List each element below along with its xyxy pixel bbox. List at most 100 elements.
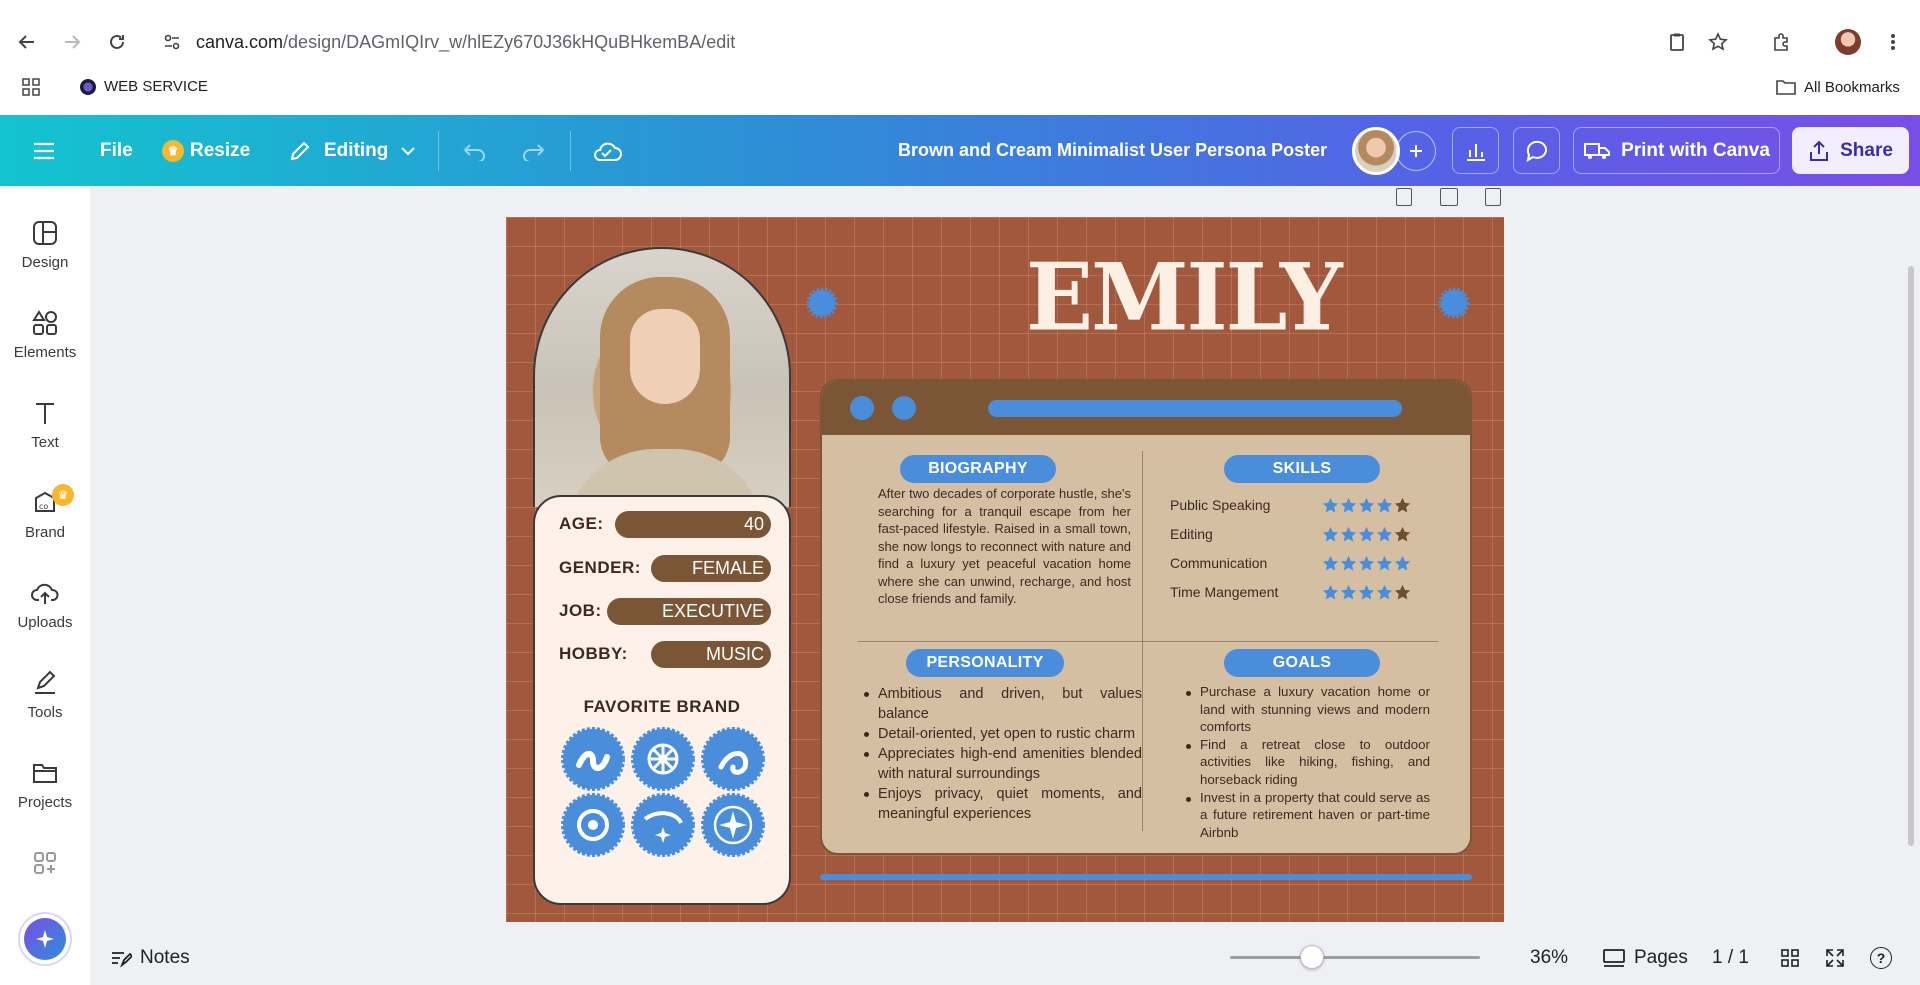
notes-button[interactable]: Notes xyxy=(110,931,190,985)
brand-logo-3-icon[interactable] xyxy=(701,727,765,791)
apps-icon[interactable] xyxy=(22,78,40,96)
sidebar-item-label: Elements xyxy=(13,344,77,361)
sidebar-item-design[interactable]: Design xyxy=(0,214,90,294)
star-filled-icon xyxy=(1376,584,1393,599)
zoom-level[interactable]: 36% xyxy=(1530,931,1568,985)
persona-photo[interactable] xyxy=(533,247,791,507)
cloud-saved-icon[interactable] xyxy=(592,115,622,186)
window-address-bar xyxy=(988,400,1402,417)
persona-info-card[interactable]: AGE: 40 GENDER: FEMALE JOB: EXECUTIVE HO… xyxy=(533,495,791,905)
biography-text: After two decades of corporate hustle, s… xyxy=(878,486,1131,606)
design-page[interactable]: AGE: 40 GENDER: FEMALE JOB: EXECUTIVE HO… xyxy=(506,217,1504,922)
zoom-slider-thumb[interactable] xyxy=(1300,945,1324,969)
persona-name[interactable]: EMILY xyxy=(1026,242,1343,351)
sidebar-item-label: Brand xyxy=(24,524,66,541)
sidebar-item-label: Tools xyxy=(27,704,63,721)
reload-icon[interactable] xyxy=(103,28,131,56)
add-page-icon[interactable] xyxy=(1485,188,1501,206)
notes-icon xyxy=(112,952,132,968)
job-label: JOB: xyxy=(559,601,602,620)
forward-icon[interactable] xyxy=(58,28,86,56)
star-filled-icon xyxy=(1358,555,1375,570)
browser-menu-icon[interactable] xyxy=(1879,28,1907,56)
brand-logo-1-icon[interactable] xyxy=(561,727,625,791)
age-row: AGE: 40 xyxy=(559,510,771,538)
share-button[interactable]: Share xyxy=(1792,127,1909,174)
address-bar[interactable]: canva.com/design/DAGmIQIrv_w/hlEZy670J36… xyxy=(196,32,735,53)
file-menu[interactable]: File xyxy=(100,115,133,186)
duplicate-page-icon[interactable] xyxy=(1440,188,1458,206)
star-filled-icon xyxy=(1358,497,1375,512)
hobby-row: HOBBY: MUSIC xyxy=(559,640,771,668)
list-item: Invest in a property that could serve as… xyxy=(1184,789,1430,842)
extensions-icon[interactable] xyxy=(1767,28,1795,56)
bookmark-label: WEB SERVICE xyxy=(104,78,208,95)
crown-icon: ♛ xyxy=(162,139,184,162)
scrollbar[interactable] xyxy=(1908,266,1914,846)
sun-decoration-icon xyxy=(806,287,838,319)
apps-grid-icon xyxy=(34,852,56,874)
star-filled-icon xyxy=(1340,555,1357,570)
profile-avatar[interactable] xyxy=(1834,28,1862,56)
page-count: 1 / 1 xyxy=(1712,947,1749,968)
brand-logo-4-icon[interactable] xyxy=(561,793,625,857)
skill-rating xyxy=(1322,526,1411,543)
insights-button[interactable] xyxy=(1452,127,1499,174)
info-window-panel[interactable]: BIOGRAPHY After two decades of corporate… xyxy=(820,379,1472,855)
star-filled-icon xyxy=(1358,526,1375,541)
age-value: 40 xyxy=(615,510,771,538)
sidebar-item-projects[interactable]: Projects xyxy=(0,754,90,834)
star-bookmark-icon[interactable] xyxy=(1704,28,1732,56)
sidebar-item-text[interactable]: Text xyxy=(0,394,90,474)
brand-logo-6-icon[interactable] xyxy=(701,793,765,857)
redo-icon[interactable] xyxy=(520,115,546,186)
skill-rating xyxy=(1322,555,1411,572)
undo-icon[interactable] xyxy=(462,115,488,186)
page-lock-icon[interactable] xyxy=(1396,188,1412,206)
sun-decoration-icon xyxy=(1438,287,1470,319)
clipboard-icon[interactable] xyxy=(1663,28,1691,56)
back-icon[interactable] xyxy=(13,28,41,56)
skill-name: Editing xyxy=(1170,526,1213,542)
sidebar-item-tools[interactable]: Tools xyxy=(0,664,90,744)
goals-list: Purchase a luxury vacation home or land … xyxy=(1184,683,1430,841)
decorative-underline xyxy=(820,874,1472,880)
print-with-canva-button[interactable]: Print with Canva xyxy=(1573,127,1780,174)
bookmark-web-service[interactable]: WEB SERVICE xyxy=(80,78,208,95)
globe-icon xyxy=(80,78,96,95)
pen-icon xyxy=(35,670,56,694)
magic-assistant-button[interactable] xyxy=(18,912,72,966)
all-bookmarks[interactable]: All Bookmarks xyxy=(1776,78,1900,96)
add-collaborator-button[interactable] xyxy=(1396,115,1436,186)
url-path: /design/DAGmIQIrv_w/hlEZy670J36kHQuBHkem… xyxy=(283,32,736,52)
main-menu-icon[interactable] xyxy=(32,115,56,186)
list-item: Enjoys privacy, quiet moments, and meani… xyxy=(862,784,1142,824)
help-icon[interactable]: ? xyxy=(1870,931,1892,985)
star-filled-icon xyxy=(1376,497,1393,512)
document-title[interactable]: Brown and Cream Minimalist User Persona … xyxy=(898,115,1327,186)
sidebar-item-uploads[interactable]: Uploads xyxy=(0,574,90,654)
sidebar-item-brand[interactable]: co Brand ♛ xyxy=(0,484,90,564)
cloud-upload-icon xyxy=(31,583,59,604)
pages-button[interactable]: Pages xyxy=(1602,931,1688,985)
sidebar-item-elements[interactable]: Elements xyxy=(0,304,90,384)
brand-logo-5-icon[interactable] xyxy=(631,793,695,857)
collaborator-avatar[interactable] xyxy=(1352,115,1400,186)
gender-label: GENDER: xyxy=(559,558,641,577)
brand-logo-2-icon[interactable] xyxy=(631,727,695,791)
job-row: JOB: EXECUTIVE xyxy=(559,597,771,625)
star-filled-icon xyxy=(1394,555,1411,570)
bottom-bar: Notes 36% Pages 1 / 1 ? xyxy=(90,931,1920,985)
window-dot xyxy=(850,396,874,420)
fullscreen-icon[interactable] xyxy=(1825,931,1845,985)
editing-mode-dropdown[interactable]: Editing xyxy=(288,115,416,186)
site-info-icon[interactable] xyxy=(158,28,186,56)
resize-button[interactable]: ♛ Resize xyxy=(162,115,250,186)
comments-button[interactable] xyxy=(1513,127,1560,174)
favorite-brand-title: FAVORITE BRAND xyxy=(583,697,741,716)
plus-icon xyxy=(1410,144,1422,157)
zoom-slider[interactable] xyxy=(1230,945,1480,969)
sidebar-item-label: Uploads xyxy=(17,614,73,631)
grid-view-icon[interactable] xyxy=(1780,931,1800,985)
text-icon xyxy=(36,403,54,424)
